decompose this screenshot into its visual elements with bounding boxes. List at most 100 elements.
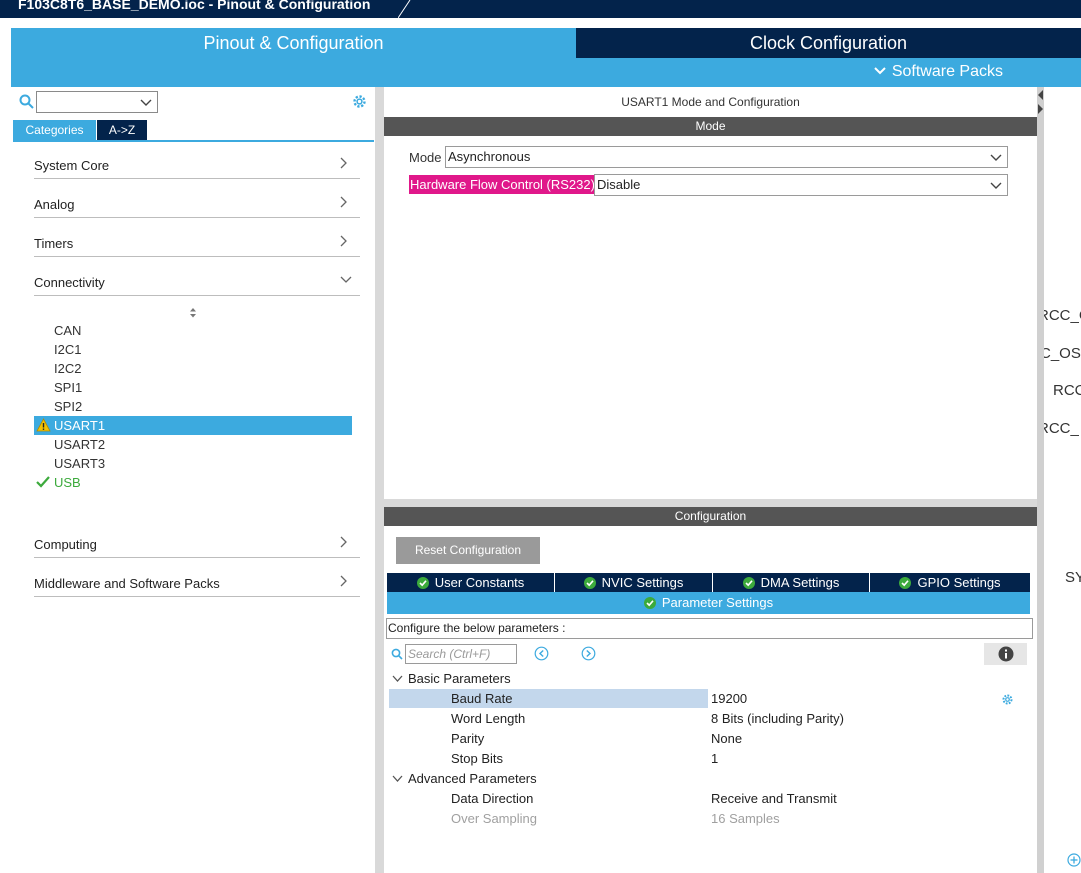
collapse-arrows-icon[interactable] (1037, 88, 1044, 118)
group-label: Basic Parameters (408, 671, 511, 686)
tab-dma-settings[interactable]: DMA Settings (713, 573, 870, 592)
param-value[interactable]: 1 (711, 749, 718, 769)
param-value: 16 Samples (711, 811, 780, 826)
peripheral-label: CAN (54, 323, 82, 338)
group-advanced-parameters[interactable]: Advanced Parameters (392, 771, 537, 786)
chevron-down-icon (392, 775, 403, 782)
search-icon (19, 94, 34, 109)
category-label: Middleware and Software Packs (34, 576, 220, 591)
category-label: Analog (34, 197, 75, 212)
gear-icon[interactable] (351, 93, 368, 110)
configuration-section-header: Configuration (384, 507, 1037, 526)
reset-configuration-button[interactable]: Reset Configuration (396, 537, 540, 564)
chevron-down-icon (340, 276, 352, 283)
peripheral-label: USART2 (54, 437, 106, 452)
peripheral-usb[interactable]: USB (34, 473, 352, 492)
previous-match-icon[interactable] (534, 646, 549, 661)
file-tab[interactable]: F103C8T6_BASE_DEMO.ioc - Pinout & Config… (0, 0, 412, 18)
param-row-parity[interactable]: Parity None (389, 729, 1029, 749)
component-list-panel: Categories A->Z System Core Analog Timer… (11, 87, 375, 873)
category-analog[interactable]: Analog (34, 188, 360, 218)
search-combobox[interactable] (36, 91, 158, 113)
mode-section-header: Mode (384, 117, 1037, 136)
info-icon (998, 646, 1014, 662)
pin-label: C_OS (1044, 345, 1081, 362)
category-timers[interactable]: Timers (34, 227, 360, 257)
peripheral-i2c2[interactable]: I2C2 (34, 359, 352, 378)
hfc-select-value: Disable (597, 177, 641, 192)
parameter-search-input[interactable]: Search (Ctrl+F) (405, 644, 517, 664)
param-value[interactable]: None (711, 729, 742, 749)
peripheral-label: USART3 (54, 456, 106, 471)
info-button[interactable] (984, 643, 1027, 665)
mode-select-value: Asynchronous (448, 149, 531, 164)
category-connectivity[interactable]: Connectivity (34, 266, 360, 296)
param-row-data-direction[interactable]: Data Direction Receive and Transmit (389, 789, 1029, 809)
peripheral-usart1[interactable]: USART1 (34, 416, 352, 435)
software-packs-label: Software Packs (891, 63, 1003, 80)
tab-parameter-settings[interactable]: Parameter Settings (387, 592, 1030, 614)
tab-label: GPIO Settings (917, 575, 1001, 590)
panel-splitter[interactable] (1037, 87, 1044, 873)
selection-highlight (389, 689, 708, 708)
category-system-core[interactable]: System Core (34, 149, 360, 179)
category-computing[interactable]: Computing (34, 528, 360, 558)
param-row-word-length[interactable]: Word Length 8 Bits (including Parity) (389, 709, 1029, 729)
group-label: Advanced Parameters (408, 771, 537, 786)
zoom-in-icon[interactable] (1067, 853, 1081, 867)
param-value[interactable]: 8 Bits (including Parity) (711, 709, 844, 729)
mode-label: Mode (409, 150, 442, 165)
tab-pinout-configuration[interactable]: Pinout & Configuration (11, 28, 576, 58)
hardware-flow-control-select[interactable]: Disable (594, 174, 1008, 196)
tab-gpio-settings[interactable]: GPIO Settings (870, 573, 1030, 592)
panel-title: USART1 Mode and Configuration (621, 95, 800, 109)
param-value[interactable]: 19200 (711, 689, 747, 709)
tab-categories[interactable]: Categories (13, 120, 96, 140)
mode-select[interactable]: Asynchronous (445, 146, 1008, 168)
tab-a-to-z[interactable]: A->Z (97, 120, 147, 140)
panel-splitter[interactable] (375, 87, 384, 873)
check-circle-icon (899, 577, 912, 589)
chevron-down-icon (392, 675, 403, 682)
chevron-down-icon (874, 62, 886, 82)
peripheral-label: SPI1 (54, 380, 83, 395)
tab-nvic-settings[interactable]: NVIC Settings (555, 573, 713, 592)
pinout-view[interactable]: RCC_C C_OS RCC RCC_ SY (1044, 87, 1081, 873)
peripheral-spi1[interactable]: SPI1 (34, 378, 352, 397)
tab-user-constants[interactable]: User Constants (387, 573, 555, 592)
peripheral-usart3[interactable]: USART3 (34, 454, 352, 473)
peripheral-usart2[interactable]: USART2 (34, 435, 352, 454)
category-label: Computing (34, 537, 97, 552)
category-middleware[interactable]: Middleware and Software Packs (34, 567, 360, 597)
peripheral-spi2[interactable]: SPI2 (34, 397, 352, 416)
tab-edge-decoration (398, 0, 411, 18)
peripheral-can[interactable]: CAN (34, 321, 352, 340)
param-row-baud-rate[interactable]: Baud Rate 19200 (389, 689, 1029, 709)
section-splitter[interactable] (384, 499, 1037, 507)
peripheral-label: SPI2 (54, 399, 83, 414)
chevron-right-icon (340, 575, 347, 587)
check-circle-icon (643, 597, 656, 609)
search-icon (391, 648, 403, 660)
category-label: Timers (34, 236, 74, 251)
pin-label: RCC_ (1044, 420, 1079, 437)
group-basic-parameters[interactable]: Basic Parameters (392, 671, 511, 686)
tab-clock-configuration[interactable]: Clock Configuration (576, 28, 1081, 58)
check-circle-icon (742, 577, 755, 589)
peripheral-label: I2C2 (54, 361, 82, 376)
peripheral-label: USB (54, 475, 81, 490)
param-row-stop-bits[interactable]: Stop Bits 1 (389, 749, 1029, 769)
param-name: Over Sampling (451, 811, 537, 826)
tab-label: NVIC Settings (601, 575, 684, 590)
chevron-right-icon (340, 235, 347, 247)
mode-configuration-panel: USART1 Mode and Configuration Mode Mode … (384, 87, 1037, 873)
category-tabs: Categories A->Z (13, 120, 374, 142)
peripheral-i2c1[interactable]: I2C1 (34, 340, 352, 359)
param-value[interactable]: Receive and Transmit (711, 789, 837, 809)
param-name: Baud Rate (451, 691, 513, 706)
software-packs-menu[interactable]: Software Packs (874, 62, 1003, 82)
gear-icon[interactable] (1001, 693, 1014, 706)
next-match-icon[interactable] (581, 646, 596, 661)
sort-icon[interactable] (189, 307, 197, 319)
chevron-right-icon (340, 157, 347, 169)
